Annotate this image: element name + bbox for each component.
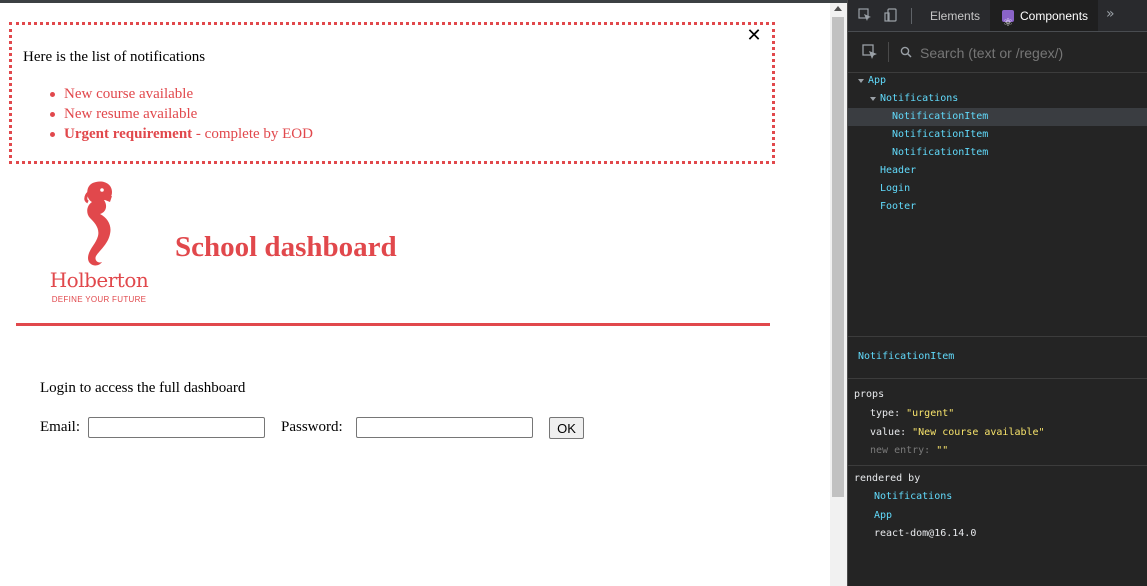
email-label: Email: xyxy=(40,419,80,435)
notification-text: New resume available xyxy=(64,106,198,122)
panel-divider xyxy=(848,465,1147,466)
holberton-logo: Holberton DEFINE YOUR FUTURE xyxy=(38,178,160,306)
selected-component-name: NotificationItem xyxy=(858,351,955,362)
devtools-tabbar: Elements Components » xyxy=(848,0,1147,39)
prop-value[interactable]: "" xyxy=(936,445,948,456)
prop-value[interactable]: "New course available" xyxy=(912,427,1044,438)
props-heading: props xyxy=(854,389,885,400)
toolbar-separator xyxy=(911,8,912,24)
password-label: Password: xyxy=(281,419,343,435)
notification-item[interactable]: New course available xyxy=(50,84,313,104)
tree-node-label: Login xyxy=(880,183,911,194)
ok-button[interactable]: OK xyxy=(549,417,584,439)
notification-urgent-label: Urgent requirement xyxy=(64,126,193,142)
caret-down-icon[interactable] xyxy=(870,97,876,101)
notification-item[interactable]: New resume available xyxy=(50,104,313,124)
tree-node-app[interactable]: App xyxy=(848,72,1147,90)
tree-node-notifications[interactable]: Notifications xyxy=(848,90,1147,108)
react-icon xyxy=(1002,7,1014,39)
tree-node-label: Notifications xyxy=(880,93,959,104)
tree-node-notificationitem[interactable]: NotificationItem xyxy=(848,126,1147,144)
app-page: ✕ Here is the list of notifications New … xyxy=(0,3,830,586)
rendered-by-notifications[interactable]: Notifications xyxy=(874,491,952,502)
logo-wordmark: Holberton xyxy=(49,268,149,292)
notification-item-urgent[interactable]: Urgent requirement - complete by EOD xyxy=(50,124,313,144)
page-title: School dashboard xyxy=(175,231,397,263)
notifications-list: New course available New resume availabl… xyxy=(23,84,313,144)
tree-node-footer[interactable]: Footer xyxy=(848,198,1147,216)
rendered-by-heading: rendered by xyxy=(854,473,921,484)
more-tabs-icon[interactable]: » xyxy=(1106,6,1115,22)
component-search-bar xyxy=(848,32,1147,73)
tree-node-label: NotificationItem xyxy=(892,111,989,122)
notification-text: New course available xyxy=(64,86,194,102)
tree-node-label: App xyxy=(868,75,887,86)
select-component-icon[interactable] xyxy=(862,44,878,60)
tree-node-header[interactable]: Header xyxy=(848,162,1147,180)
caret-down-icon[interactable] xyxy=(858,79,864,83)
prop-key: value: xyxy=(870,427,907,438)
component-search-input[interactable] xyxy=(918,42,1132,64)
tree-node-notificationitem-selected[interactable]: NotificationItem xyxy=(848,108,1147,126)
notifications-panel: ✕ Here is the list of notifications New … xyxy=(9,22,775,164)
scroll-thumb[interactable] xyxy=(832,17,844,497)
notification-text: - complete by EOD xyxy=(192,126,313,142)
prop-value[interactable]: "urgent" xyxy=(906,408,954,419)
page-scrollbar[interactable] xyxy=(830,3,847,586)
tree-node-label: NotificationItem xyxy=(892,129,989,140)
prop-row[interactable]: type: "urgent" xyxy=(870,408,954,419)
tree-node-label: NotificationItem xyxy=(892,147,989,158)
rendered-by-app[interactable]: App xyxy=(874,510,892,521)
device-toolbar-icon[interactable] xyxy=(884,8,898,22)
tab-components[interactable]: Components xyxy=(990,0,1099,39)
new-prop-entry[interactable]: new entry: "" xyxy=(870,445,948,456)
panel-divider xyxy=(848,336,1147,337)
search-icon xyxy=(900,46,912,58)
prop-row[interactable]: value: "New course available" xyxy=(870,427,1045,438)
tree-node-notificationitem[interactable]: NotificationItem xyxy=(848,144,1147,162)
login-intro: Login to access the full dashboard xyxy=(40,380,246,396)
tab-elements[interactable]: Elements xyxy=(930,0,980,31)
tab-components-label: Components xyxy=(1020,9,1089,23)
logo-tagline: DEFINE YOUR FUTURE xyxy=(51,295,147,304)
prop-key: type: xyxy=(870,408,901,419)
email-field[interactable] xyxy=(88,417,265,438)
scroll-up-arrow-icon[interactable] xyxy=(834,6,842,11)
inspect-element-icon[interactable] xyxy=(858,8,872,22)
search-separator xyxy=(888,42,889,62)
prop-key: new entry: xyxy=(870,445,931,456)
close-icon[interactable]: ✕ xyxy=(746,27,762,45)
tree-node-label: Header xyxy=(880,165,917,176)
devtools-panel: Elements Components » App Notifications … xyxy=(847,0,1147,586)
password-field[interactable] xyxy=(356,417,533,438)
notifications-title: Here is the list of notifications xyxy=(23,49,206,65)
tree-node-login[interactable]: Login xyxy=(848,180,1147,198)
header-divider xyxy=(16,323,770,326)
tree-node-label: Footer xyxy=(880,201,917,212)
rendered-by-react-dom: react-dom@16.14.0 xyxy=(874,528,977,539)
seahorse-icon xyxy=(84,181,112,266)
panel-divider xyxy=(848,378,1147,379)
